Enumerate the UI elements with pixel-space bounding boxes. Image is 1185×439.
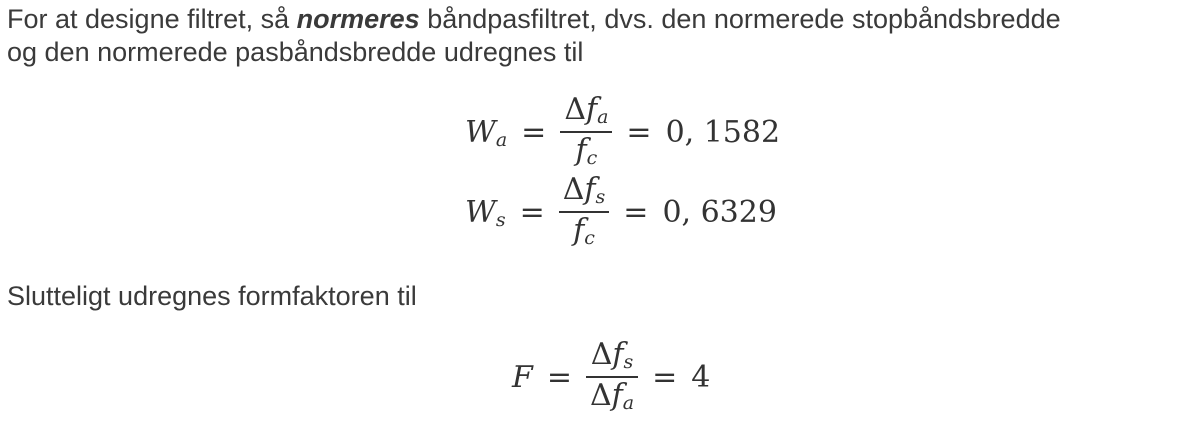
equation-wa: Wa = Δfa fc = 0, 1582: [465, 93, 781, 170]
f-equals: =: [546, 359, 572, 395]
ws-fraction: Δfs fc: [558, 172, 610, 251]
intro-paragraph: For at designe filtret, så normeres bånd…: [7, 3, 1061, 69]
outro-paragraph: Slutteligt udregnes formfaktoren til: [7, 281, 417, 311]
wa-denominator: fc: [575, 133, 598, 170]
wa-equals: =: [521, 114, 547, 150]
f-denominator: Δfa: [589, 378, 635, 415]
f-lhs: F: [512, 359, 533, 395]
wa-fraction: Δfa fc: [560, 92, 613, 171]
intro-text-start: For at designe filtret, så: [7, 4, 297, 34]
intro-line-2: og den normerede pasbåndsbredde udregnes…: [7, 37, 584, 67]
wa-numerator: Δfa: [564, 92, 609, 129]
ws-value: 0, 6329: [662, 194, 777, 230]
equation-ws: Ws = Δfs fc = 0, 6329: [465, 173, 777, 250]
wa-equals-2: =: [626, 114, 652, 150]
ws-equals-2: =: [623, 194, 649, 230]
wa-lhs: Wa: [465, 114, 508, 151]
wa-value: 0, 1582: [665, 114, 781, 150]
f-fraction: Δfs Δfa: [585, 337, 639, 416]
f-equals-2: =: [652, 359, 678, 395]
intro-emphasis: normeres: [296, 4, 420, 34]
f-numerator: Δfs: [590, 337, 634, 374]
ws-numerator: Δfs: [562, 172, 606, 209]
equation-f: F = Δfs Δfa = 4: [512, 338, 711, 415]
ws-lhs: Ws: [465, 194, 506, 231]
intro-text-end: båndpasfiltret, dvs. den normerede stopb…: [419, 4, 1061, 34]
ws-equals: =: [519, 194, 545, 230]
ws-denominator: fc: [573, 213, 595, 250]
f-value: 4: [691, 359, 711, 395]
